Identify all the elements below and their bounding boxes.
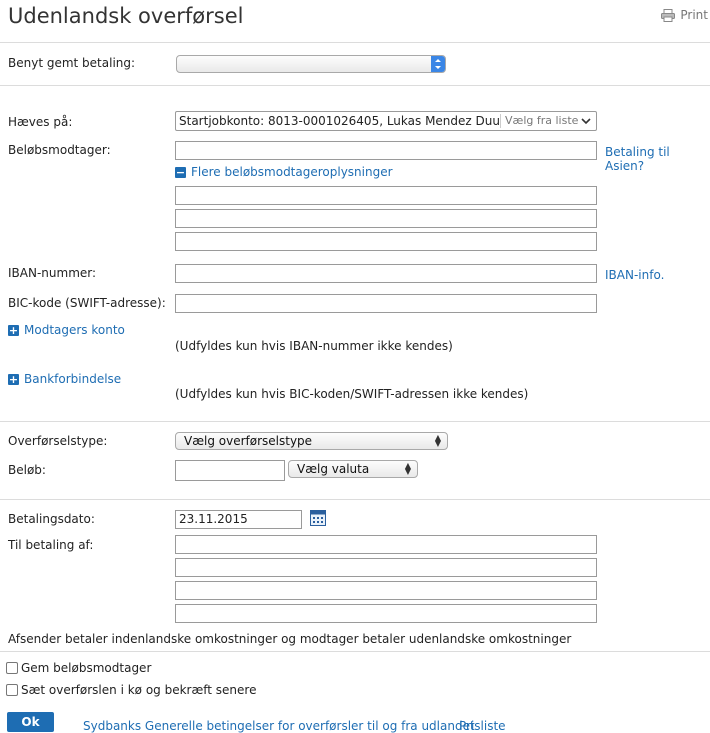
page-title: Udenlandsk overførsel bbox=[8, 4, 244, 28]
divider bbox=[0, 499, 710, 500]
more-recipient-info-toggle[interactable]: − Flere beløbsmodtageroplysninger bbox=[175, 165, 393, 179]
divider bbox=[0, 85, 710, 86]
recipient-account-label: Modtagers konto bbox=[24, 323, 125, 337]
pay-by-line-2[interactable] bbox=[175, 558, 597, 577]
queue-transfer-checkbox[interactable] bbox=[6, 684, 18, 696]
choose-from-list-label: Vælg fra liste bbox=[505, 114, 579, 127]
pay-by-line-1[interactable] bbox=[175, 535, 597, 554]
currency-select[interactable]: Vælg valuta ▲ ▼ bbox=[288, 460, 418, 478]
amount-input[interactable] bbox=[175, 460, 285, 481]
divider bbox=[0, 42, 710, 43]
recipient-address-line-3[interactable] bbox=[175, 232, 597, 251]
ok-button[interactable]: Ok bbox=[7, 712, 54, 732]
save-recipient-checkbox-row[interactable]: Gem beløbsmodtager bbox=[6, 661, 151, 675]
saved-payment-select[interactable] bbox=[176, 55, 446, 73]
bank-connection-label: Bankforbindelse bbox=[24, 372, 122, 386]
queue-transfer-label: Sæt overførslen i kø og bekræft senere bbox=[21, 683, 257, 697]
divider bbox=[0, 651, 710, 652]
pay-by-line-4[interactable] bbox=[175, 604, 597, 623]
payment-date-input[interactable]: 23.11.2015 bbox=[175, 510, 302, 529]
queue-transfer-checkbox-row[interactable]: Sæt overførslen i kø og bekræft senere bbox=[6, 683, 256, 697]
transfer-type-label: Overførselstype: bbox=[8, 434, 108, 448]
debit-account-select[interactable]: Startjobkonto: 8013-0001026405, Lukas Me… bbox=[175, 111, 597, 131]
pay-by-label: Til betaling af: bbox=[8, 538, 94, 552]
bank-connection-hint: (Udfyldes kun hvis BIC-koden/SWIFT-adres… bbox=[175, 387, 529, 401]
asia-payment-link[interactable]: Betaling til Asien? bbox=[605, 145, 710, 173]
currency-value: Vælg valuta bbox=[297, 462, 370, 476]
recipient-address-line-1[interactable] bbox=[175, 186, 597, 205]
minus-icon: − bbox=[175, 165, 186, 179]
pay-by-line-3[interactable] bbox=[175, 581, 597, 600]
bank-connection-toggle[interactable]: + Bankforbindelse bbox=[8, 372, 121, 386]
transfer-type-value: Vælg overførselstype bbox=[184, 434, 313, 448]
plus-icon: + bbox=[8, 372, 19, 386]
divider bbox=[500, 114, 501, 128]
bic-label: BIC-kode (SWIFT-adresse): bbox=[8, 296, 166, 310]
saved-payment-label: Benyt gemt betaling: bbox=[8, 56, 136, 70]
recipient-account-toggle[interactable]: + Modtagers konto bbox=[8, 323, 125, 337]
iban-input[interactable] bbox=[175, 264, 597, 283]
print-label: Print bbox=[680, 8, 708, 22]
up-down-arrows-icon bbox=[431, 56, 445, 72]
save-recipient-label: Gem beløbsmodtager bbox=[21, 661, 152, 675]
up-down-arrows-icon: ▲ ▼ bbox=[404, 461, 411, 476]
printer-icon bbox=[661, 8, 676, 22]
payment-date-value: 23.11.2015 bbox=[179, 512, 248, 526]
print-button[interactable]: Print bbox=[661, 8, 708, 22]
iban-info-link[interactable]: IBAN-info. bbox=[605, 268, 664, 282]
up-down-arrows-icon: ▲ ▼ bbox=[434, 433, 441, 448]
debit-account-value: Startjobkonto: 8013-0001026405, Lukas Me… bbox=[179, 114, 499, 128]
amount-label: Beløb: bbox=[8, 463, 46, 477]
chevron-down-icon bbox=[581, 115, 591, 129]
transfer-type-select[interactable]: Vælg overførselstype ▲ ▼ bbox=[175, 432, 448, 450]
save-recipient-checkbox[interactable] bbox=[6, 662, 18, 674]
payment-date-label: Betalingsdato: bbox=[8, 512, 95, 526]
divider bbox=[0, 421, 710, 422]
iban-label: IBAN-nummer: bbox=[8, 266, 97, 280]
pricelist-link[interactable]: Prisliste bbox=[459, 719, 506, 733]
recipient-label: Beløbsmodtager: bbox=[8, 143, 111, 157]
recipient-account-hint: (Udfyldes kun hvis IBAN-nummer ikke kend… bbox=[175, 339, 453, 353]
calendar-icon[interactable] bbox=[310, 510, 326, 529]
cost-note: Afsender betaler indenlandske omkostning… bbox=[8, 632, 572, 646]
more-recipient-info-label: Flere beløbsmodtageroplysninger bbox=[191, 165, 393, 179]
recipient-address-line-2[interactable] bbox=[175, 209, 597, 228]
plus-icon: + bbox=[8, 323, 19, 337]
debit-label: Hæves på: bbox=[8, 115, 73, 129]
bic-input[interactable] bbox=[175, 294, 597, 313]
recipient-name-input[interactable] bbox=[175, 141, 597, 160]
terms-link[interactable]: Sydbanks Generelle betingelser for overf… bbox=[83, 719, 475, 733]
